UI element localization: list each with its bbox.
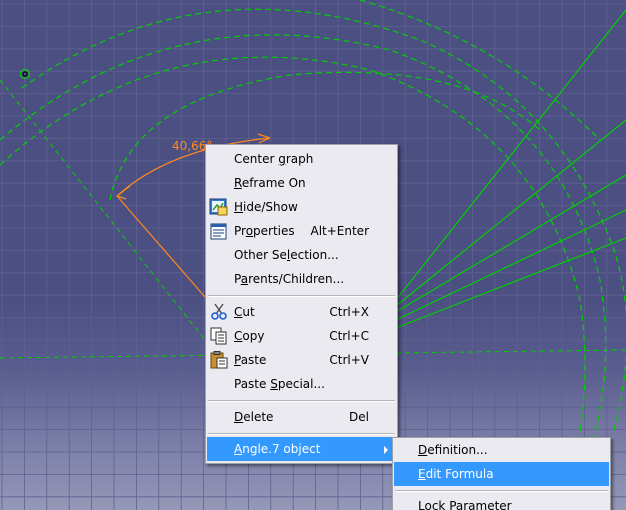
menu-item-label: Paste Special...: [234, 377, 325, 391]
menu-item-label: Paste: [234, 353, 267, 367]
paste-icon: [209, 351, 229, 369]
menu-item-shortcut: Alt+Enter: [310, 224, 369, 238]
dimension-arrow-left: [116, 185, 131, 200]
menu-separator: [208, 433, 395, 435]
menu-item-angle-object[interactable]: Angle.7 object: [207, 437, 396, 461]
menu-item-label: Other Selection...: [234, 248, 339, 262]
object-submenu: Definition... Edit Formula Lock Paramete…: [392, 437, 611, 510]
menu-item-label: Angle.7 object: [234, 442, 321, 456]
menu-item-definition[interactable]: Definition...: [394, 438, 609, 462]
menu-item-label: Lock Parameter: [418, 499, 512, 510]
menu-item-cut[interactable]: Cut Ctrl+X: [207, 300, 396, 324]
menu-item-copy[interactable]: Copy Ctrl+C: [207, 324, 396, 348]
menu-item-label: Edit Formula: [418, 467, 494, 481]
construction-line-4: [395, 209, 626, 321]
context-menu: Center graph Reframe On Hide/Show Proper…: [205, 144, 398, 464]
construction-line-2: [395, 119, 626, 307]
menu-item-reframe-on[interactable]: Reframe On: [207, 171, 396, 195]
menu-separator: [395, 490, 608, 492]
menu-item-parents-children[interactable]: Parents/Children...: [207, 267, 396, 291]
menu-item-other-selection[interactable]: Other Selection...: [207, 243, 396, 267]
menu-item-properties[interactable]: Properties Alt+Enter: [207, 219, 396, 243]
construction-line-3: [395, 174, 626, 313]
construction-line-1: [395, 9, 626, 301]
menu-item-label: Definition...: [418, 443, 488, 457]
menu-separator: [208, 400, 395, 402]
menu-item-label: Hide/Show: [234, 200, 298, 214]
menu-item-label: Center graph: [234, 152, 314, 166]
menu-item-shortcut: Del: [349, 410, 369, 424]
menu-item-label: Delete: [234, 410, 274, 424]
submenu-arrow-icon: [384, 446, 388, 454]
properties-icon: [209, 222, 229, 240]
menu-item-lock-parameter[interactable]: Lock Parameter: [394, 494, 609, 510]
menu-item-label: Parents/Children...: [234, 272, 345, 286]
menu-item-shortcut: Ctrl+X: [329, 305, 369, 319]
hide-show-icon: [209, 198, 229, 216]
menu-item-delete[interactable]: Delete Del: [207, 405, 396, 429]
dimension-extension-line: [116, 195, 206, 298]
menu-item-label: Copy: [234, 329, 265, 343]
construction-line-7: [0, 79, 206, 341]
menu-item-label: Reframe On: [234, 176, 306, 190]
menu-separator: [208, 295, 395, 297]
copy-icon: [209, 327, 229, 345]
menu-item-label: Cut: [234, 305, 255, 319]
menu-item-shortcut: Ctrl+V: [329, 353, 369, 367]
menu-item-label: Properties: [234, 224, 295, 238]
menu-item-hide-show[interactable]: Hide/Show: [207, 195, 396, 219]
menu-item-center-graph[interactable]: Center graph: [207, 147, 396, 171]
menu-item-shortcut: Ctrl+C: [329, 329, 369, 343]
menu-item-edit-formula[interactable]: Edit Formula: [394, 462, 609, 486]
construction-arc-5: [359, 0, 601, 141]
menu-item-paste-special[interactable]: Paste Special...: [207, 372, 396, 396]
construction-line-5: [395, 237, 626, 329]
menu-item-paste[interactable]: Paste Ctrl+V: [207, 348, 396, 372]
scissors-icon: [209, 303, 229, 321]
